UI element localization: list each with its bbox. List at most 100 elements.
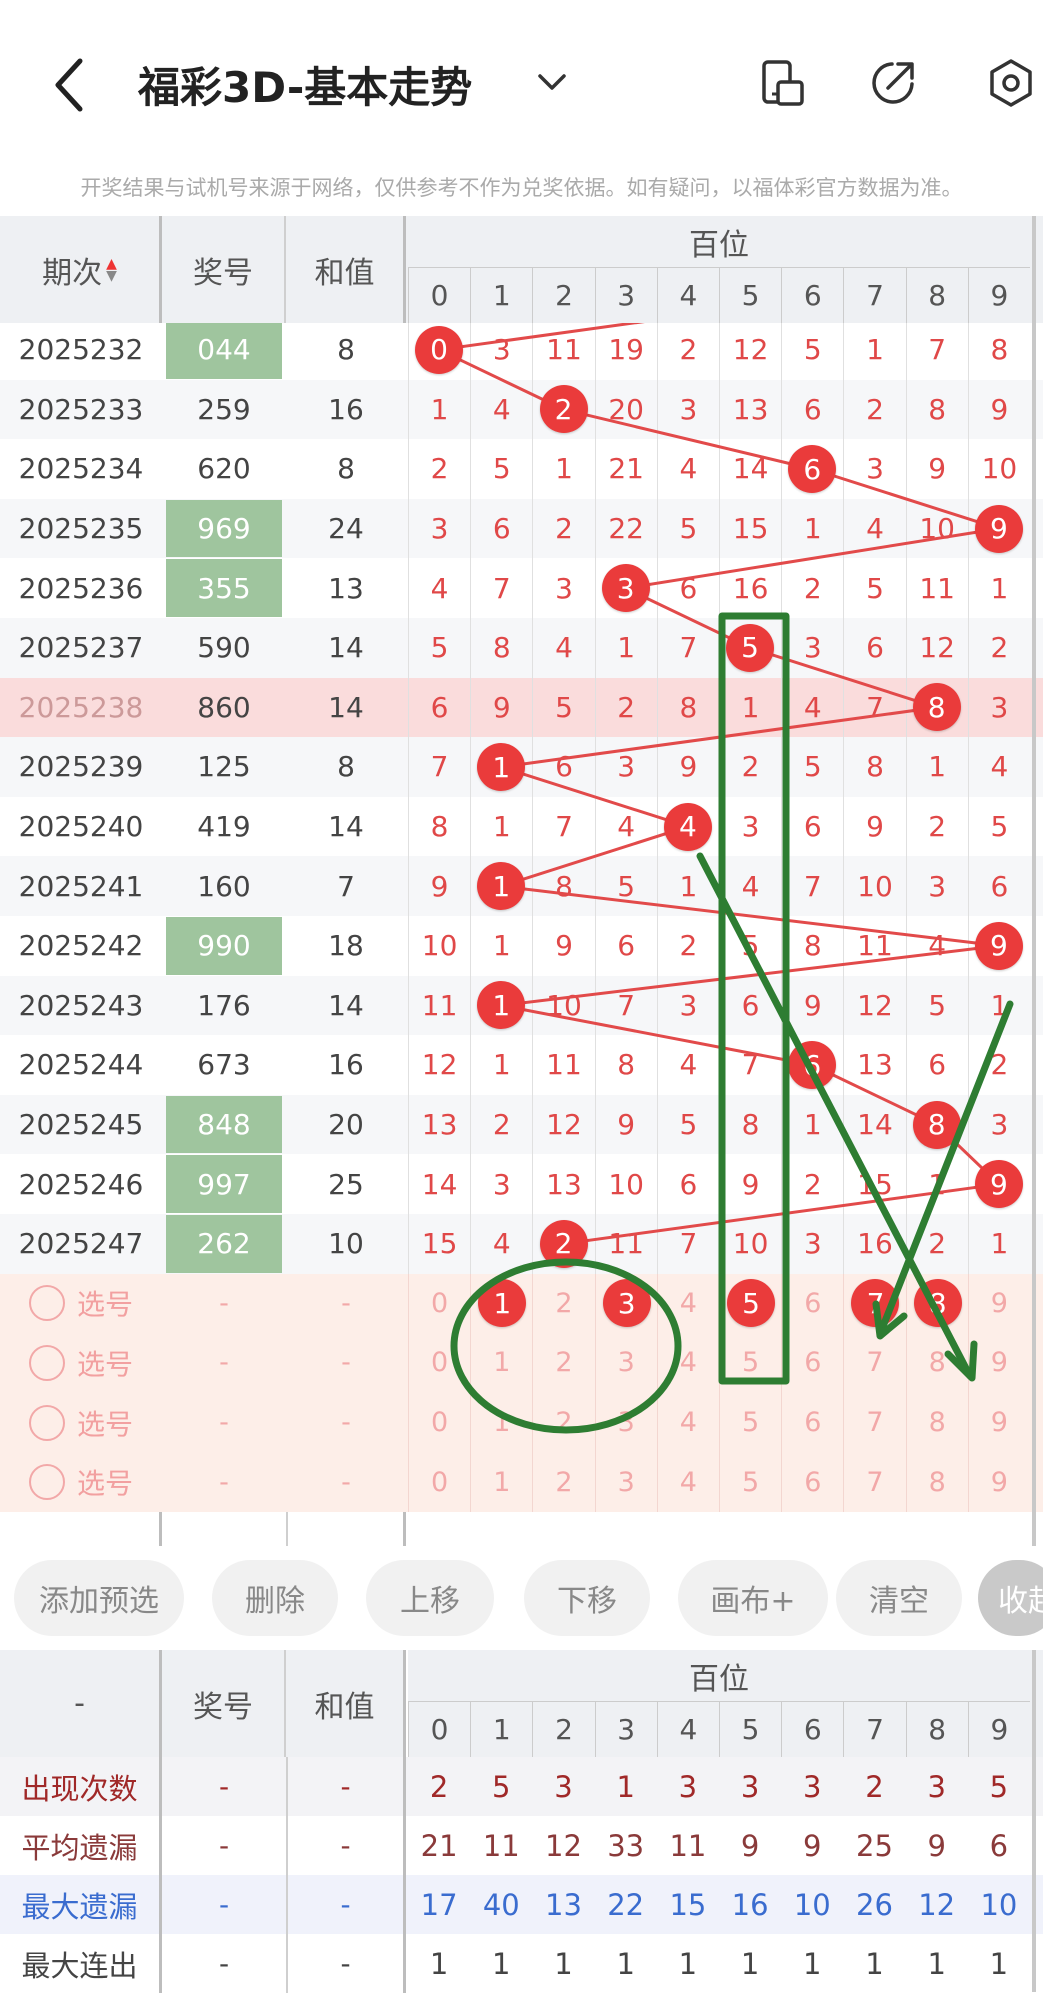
disclaimer-text: 开奖结果与试机号来源于网络，仅供参考不作为兑奖依据。如有疑问，以福体彩官方数据为… [80, 176, 963, 200]
digit-header: 6 [781, 268, 844, 323]
share-icon[interactable] [866, 56, 920, 110]
digit-header: 1 [470, 268, 533, 323]
hit-ball: 0 [415, 325, 464, 374]
stats-sum-dash: - [286, 1757, 406, 1816]
stats-value: 16 [731, 1887, 769, 1922]
stats-value: 3 [678, 1769, 698, 1804]
trend-line [501, 944, 1000, 1007]
sort-icon[interactable]: ▲ ▼ [106, 257, 117, 283]
group-header: 百位 [408, 216, 1030, 268]
stats-value: 9 [803, 1828, 822, 1863]
stats-value: 1 [740, 1946, 760, 1981]
stats-value: 12 [918, 1887, 956, 1922]
stats-prize-dash: - [218, 1829, 230, 1862]
stats-value: 5 [989, 1769, 1009, 1804]
stats-value: 2 [865, 1769, 884, 1804]
trend-line [625, 527, 1000, 590]
hit-ball: 6 [788, 445, 837, 493]
stats-digit-header: 5 [719, 1702, 782, 1757]
stats-table: - 奖号 和值 百位 0 1 2 3 4 5 6 7 8 9 出现次数 - -2 5 3 1 3 3 3 2 3 5 平均遗漏 - -2… [0, 1650, 1043, 1993]
stats-right-divider [1032, 1650, 1036, 1992]
issue-header[interactable]: 期次 ▲ ▼ [0, 216, 162, 323]
hit-ball: 4 [663, 802, 712, 851]
stats-value: 10 [793, 1887, 831, 1922]
stats-value: 1 [989, 1946, 1009, 1981]
digit-header: 3 [594, 268, 657, 323]
settings-icon[interactable] [984, 56, 1038, 110]
digit-header: 4 [656, 268, 719, 323]
digit-header: 7 [843, 268, 906, 323]
stats-value: 1 [492, 1946, 511, 1981]
app-header: 福彩3D-基本走势 [0, 0, 1043, 160]
trend-line [500, 765, 689, 829]
stats-value: 3 [554, 1769, 573, 1804]
toolbar-button[interactable]: 下移 [524, 1560, 650, 1636]
stats-value: 21 [420, 1828, 458, 1863]
stats-value: 33 [607, 1828, 645, 1863]
stats-value: 1 [554, 1946, 573, 1981]
digit-header: 9 [967, 268, 1030, 323]
stats-value: 13 [545, 1887, 582, 1922]
stats-value: 40 [482, 1887, 520, 1922]
toolbar-button[interactable]: 删除 [212, 1560, 338, 1636]
hit-ball: 9 [974, 504, 1023, 553]
back-icon[interactable] [50, 55, 90, 115]
stats-row-label: 最大遗漏 [0, 1875, 162, 1934]
toolbar-button[interactable]: 添加预选 [14, 1560, 184, 1636]
stats-value: 1 [927, 1946, 946, 1981]
hit-ball: 8 [912, 1100, 961, 1149]
trend-line [749, 646, 938, 709]
stats-value: 22 [607, 1887, 645, 1922]
stats-row-label: 平均遗漏 [0, 1816, 162, 1875]
stats-value: 9 [740, 1828, 760, 1863]
stats-value: 1 [616, 1769, 635, 1804]
toolbar-button[interactable]: 清空 [836, 1560, 962, 1636]
trend-line [563, 407, 813, 471]
stats-value: 10 [980, 1887, 1018, 1922]
stats-digit-header: 7 [843, 1702, 906, 1757]
stats-value: 3 [927, 1769, 946, 1804]
phone-rotate-icon[interactable] [756, 56, 810, 110]
stats-prize-header: 奖号 [162, 1650, 286, 1757]
toolbar-button[interactable]: 上移 [366, 1560, 494, 1636]
stats-value: 9 [927, 1828, 946, 1863]
stats-digit-header: 2 [532, 1702, 595, 1757]
digit-header: 2 [532, 268, 595, 323]
stats-value: 5 [492, 1769, 511, 1804]
stats-digit-header: 0 [408, 1702, 471, 1757]
hit-ball: 2 [539, 1219, 588, 1268]
stats-value: 17 [420, 1887, 458, 1922]
stats-value: 12 [545, 1828, 582, 1863]
collapse-button[interactable]: 收起 [978, 1560, 1043, 1636]
stats-digit-header: 8 [905, 1702, 968, 1757]
digit-header: 8 [905, 268, 968, 323]
stats-sum-dash: - [286, 1816, 406, 1875]
trend-line [500, 825, 689, 888]
stats-value: 3 [740, 1769, 760, 1804]
trend-line [501, 705, 937, 769]
stats-row-label: 出现次数 [0, 1757, 162, 1816]
digit-header: 0 [408, 268, 471, 323]
hit-ball: 3 [601, 564, 650, 613]
hit-ball: 9 [974, 921, 1023, 970]
trend-line [501, 1003, 813, 1067]
stats-value: 1 [865, 1946, 884, 1981]
trend-line [501, 884, 1000, 948]
stats-value: 15 [669, 1887, 707, 1922]
trend-line [811, 467, 1000, 531]
stats-prize-dash: - [218, 1770, 230, 1803]
chevron-down-icon[interactable] [534, 64, 570, 100]
digit-header: 5 [719, 268, 782, 323]
page-title: 福彩3D-基本走势 [138, 63, 473, 112]
stats-sum-dash: - [286, 1875, 406, 1934]
stats-value: 1 [616, 1946, 635, 1981]
stats-digit-header: 3 [594, 1702, 657, 1757]
stats-prize-dash: - [218, 1947, 230, 1980]
stats-value: 11 [482, 1828, 520, 1863]
stats-value: 1 [678, 1946, 698, 1981]
stats-group-header: 百位 [408, 1650, 1030, 1702]
stats-value: 11 [669, 1828, 707, 1863]
toolbar: 添加预选删除上移下移画布+清空收起 [0, 1546, 1043, 1650]
stats-value: 1 [803, 1946, 822, 1981]
toolbar-button[interactable]: 画布+ [678, 1560, 828, 1636]
